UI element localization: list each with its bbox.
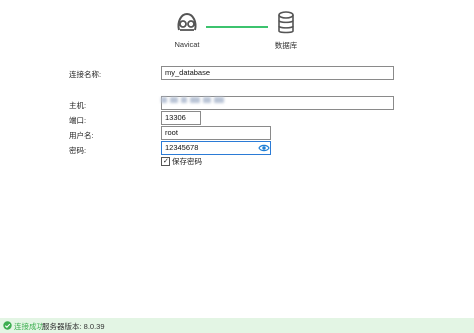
status-bar: 连接成功 服务器版本: 8.0.39 (0, 318, 474, 333)
checkmark-icon: ✓ (163, 157, 169, 165)
host-redacted-value (161, 94, 233, 106)
port-label: 端口: (69, 116, 87, 125)
host-label: 主机: (69, 101, 87, 110)
success-check-icon (3, 321, 12, 330)
step-connector (206, 26, 268, 28)
connection-name-input[interactable]: my_database (161, 66, 394, 80)
step-navicat: Navicat (162, 10, 212, 49)
port-input[interactable]: 13306 (161, 111, 201, 125)
password-label: 密码: (69, 146, 87, 155)
navicat-logo-icon (177, 12, 197, 31)
connection-stepper: Navicat 数据库 (0, 10, 474, 56)
server-version: 服务器版本: 8.0.39 (42, 322, 105, 331)
step-database: 数据库 (261, 10, 311, 51)
step-label-database: 数据库 (274, 41, 298, 50)
new-connection-page: Navicat 数据库 连接名称: my_database 主机: 端口: 13… (0, 0, 474, 333)
database-icon (278, 11, 294, 34)
connection-name-label: 连接名称: (69, 70, 102, 79)
username-input[interactable]: root (161, 126, 271, 140)
save-password-label: 保存密码 (172, 157, 202, 166)
status-message: 连接成功 (14, 322, 44, 331)
step-label-navicat: Navicat (174, 40, 200, 49)
password-input[interactable]: 12345678 (161, 141, 271, 155)
eye-icon[interactable] (258, 143, 270, 153)
username-label: 用户名: (69, 131, 94, 140)
save-password-checkbox[interactable]: ✓ (161, 157, 170, 166)
